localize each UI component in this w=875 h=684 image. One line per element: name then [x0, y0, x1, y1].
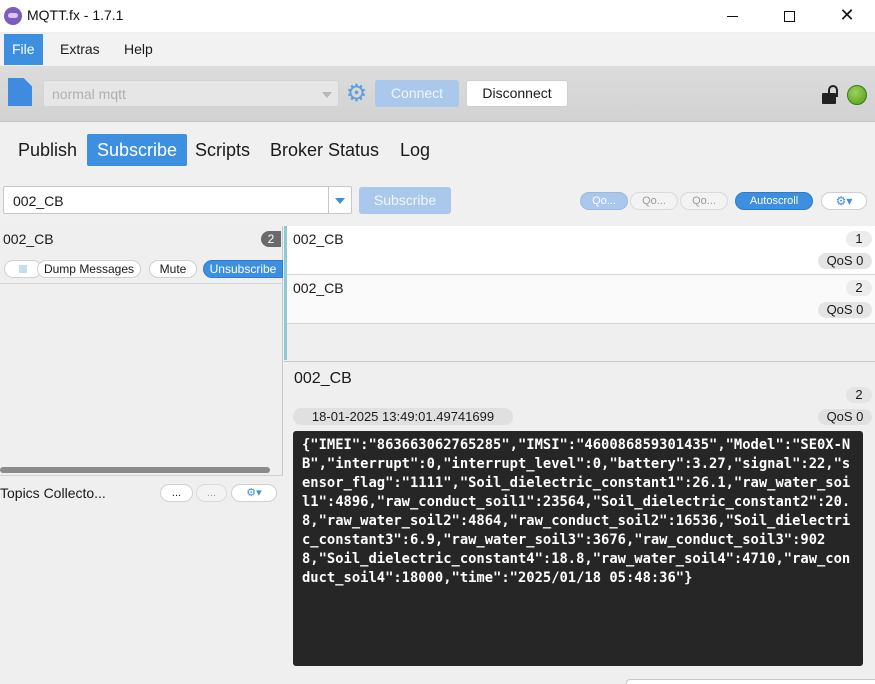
payload-decoder-bar — [626, 679, 875, 684]
topics-collector-label: Topics Collecto... — [0, 485, 106, 501]
message-topic: 002_CB — [293, 280, 344, 296]
main-tabs: Publish Subscribe Scripts Broker Status … — [0, 123, 875, 177]
detail-qos: QoS 0 — [818, 409, 872, 425]
tab-broker-status[interactable]: Broker Status — [260, 134, 389, 166]
minimize-icon — [726, 15, 738, 17]
chevron-down-icon[interactable] — [335, 198, 345, 204]
gear-icon[interactable]: ⚙ — [344, 81, 369, 106]
subscription-topic[interactable]: 002_CB — [3, 231, 54, 247]
message-item[interactable]: 002_CB 1 QoS 0 — [287, 226, 875, 275]
close-icon: ✕ — [839, 5, 855, 25]
message-qos: QoS 0 — [818, 302, 872, 318]
message-number: 1 — [846, 231, 872, 247]
autoscroll-toggle[interactable]: Autoscroll — [735, 192, 813, 210]
profile-select[interactable]: normal mqtt — [43, 80, 339, 107]
menu-help[interactable]: Help — [116, 34, 161, 65]
app-icon — [4, 7, 22, 25]
qos2-button[interactable]: Qo... — [680, 192, 728, 210]
chevron-down-icon — [322, 92, 332, 98]
message-qos: QoS 0 — [818, 253, 872, 269]
connect-button[interactable]: Connect — [375, 80, 459, 107]
qos1-button[interactable]: Qo... — [630, 192, 678, 210]
tab-publish[interactable]: Publish — [8, 134, 87, 166]
tab-subscribe[interactable]: Subscribe — [87, 134, 188, 166]
subscriptions-panel: 002_CB 2 Dump Messages Mute Unsubscribe … — [0, 226, 283, 684]
maximize-icon — [783, 10, 795, 22]
gear-dropdown-icon: ⚙▾ — [835, 194, 853, 208]
unlock-icon — [822, 84, 844, 104]
subscription-message-count: 2 — [261, 231, 281, 247]
detail-number: 2 — [846, 387, 872, 403]
settings-dropdown-button[interactable]: ⚙▾ — [821, 192, 867, 210]
message-list: 002_CB 1 QoS 0 002_CB 2 QoS 0 — [284, 226, 875, 360]
color-swatch-icon — [19, 265, 27, 273]
collector-settings-button[interactable]: ⚙▾ — [231, 484, 277, 502]
maximize-button[interactable] — [760, 0, 818, 32]
menu-file[interactable]: File — [4, 34, 43, 65]
qos0-button[interactable]: Qo... — [580, 192, 628, 210]
tab-scripts[interactable]: Scripts — [185, 134, 260, 166]
message-payload[interactable]: {"IMEI":"863663062765285","IMSI":"460086… — [293, 431, 863, 666]
message-item[interactable]: 002_CB 2 QoS 0 — [287, 275, 875, 324]
edit-profiles-icon[interactable] — [8, 78, 32, 106]
profile-select-value: normal mqtt — [52, 86, 126, 102]
close-button[interactable]: ✕ — [818, 0, 875, 32]
topics-collector: Topics Collecto... ... ... ⚙▾ — [0, 475, 283, 684]
connection-status-indicator — [847, 85, 867, 105]
connection-toolbar: normal mqtt ⚙ Connect Disconnect — [0, 66, 875, 122]
subscribe-topic-input[interactable]: 002_CB — [3, 186, 352, 214]
message-detail: 002_CB 2 18-01-2025 13:49:01.49741699 Qo… — [284, 361, 875, 684]
tab-log[interactable]: Log — [390, 134, 440, 166]
mute-button[interactable]: Mute — [149, 260, 197, 278]
menu-extras[interactable]: Extras — [52, 34, 108, 65]
collector-stop-button[interactable]: ... — [196, 484, 227, 502]
message-number: 2 — [846, 280, 872, 296]
title-bar: MQTT.fx - 1.7.1 ✕ — [0, 0, 875, 32]
message-topic: 002_CB — [293, 231, 344, 247]
detail-topic: 002_CB — [294, 370, 352, 387]
gear-dropdown-icon: ⚙▾ — [246, 487, 262, 499]
menu-bar: File Extras Help — [0, 34, 875, 65]
subscribe-button[interactable]: Subscribe — [359, 187, 451, 214]
dump-messages-button[interactable]: Dump Messages — [37, 260, 141, 278]
disconnect-button[interactable]: Disconnect — [466, 80, 568, 107]
subscribe-topic-value: 002_CB — [13, 193, 64, 209]
collector-scan-button[interactable]: ... — [160, 484, 193, 502]
unsubscribe-button[interactable]: Unsubscribe — [203, 260, 283, 278]
minimize-button[interactable] — [703, 0, 761, 32]
window-title: MQTT.fx - 1.7.1 — [27, 7, 124, 23]
detail-timestamp: 18-01-2025 13:49:01.49741699 — [293, 408, 513, 425]
horizontal-scrollbar[interactable] — [0, 467, 270, 473]
